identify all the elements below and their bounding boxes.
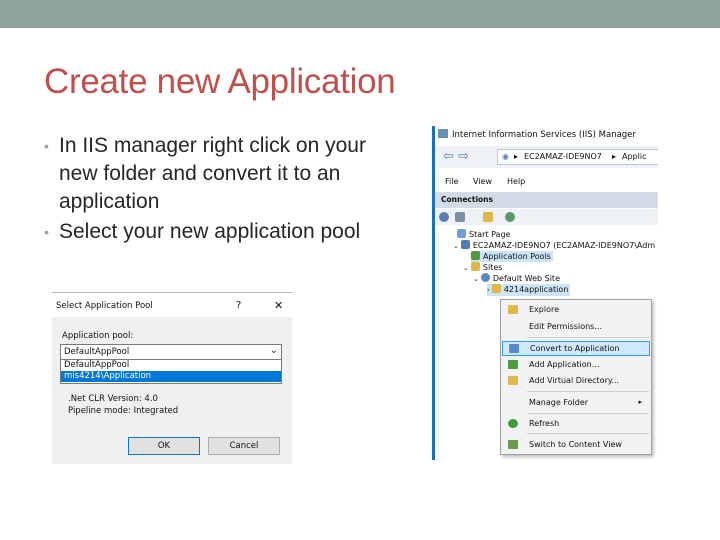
menu-bar: File View Help [435, 176, 658, 190]
dialog-title-bar: Select Application Pool ? ✕ [52, 293, 292, 317]
collapse-icon[interactable]: ⌄ [463, 264, 469, 272]
pool-option-selected[interactable]: mis4214\Application [61, 371, 281, 382]
application-pool-select[interactable]: DefaultAppPool ⌄ [60, 344, 282, 360]
help-button[interactable]: ? [236, 300, 241, 311]
connections-header: Connections [435, 192, 658, 208]
menu-item-label: Convert to Application [530, 344, 620, 353]
site-icon: ◉ [502, 152, 509, 161]
tree-label: Default Web Site [492, 274, 560, 283]
tree-item-folder[interactable]: › 4214application [487, 284, 571, 296]
connections-tree: Start Page ⌄ EC2AMAZ-IDE9NO7 (EC2AMAZ-IDE… [435, 226, 658, 306]
add-application-icon [508, 360, 518, 369]
menu-item-add-application[interactable]: Add Application... [502, 357, 650, 372]
menu-file[interactable]: File [445, 177, 458, 186]
bullet-text: Select your new application pool [59, 220, 361, 243]
address-sep-icon: ▸ [612, 152, 617, 161]
menu-separator [527, 433, 649, 434]
select-application-pool-dialog: Select Application Pool ? ✕ Application … [52, 292, 292, 464]
refresh-icon [508, 419, 518, 428]
save-icon[interactable] [455, 212, 465, 222]
folder-context-menu: Explore Edit Permissions... Convert to A… [500, 299, 652, 455]
convert-icon [509, 344, 519, 353]
folder-icon [491, 284, 501, 293]
menu-item-label: Manage Folder [529, 398, 589, 407]
menu-item-refresh[interactable]: Refresh [502, 416, 650, 431]
collapse-icon[interactable]: ⌄ [473, 275, 479, 283]
close-icon[interactable]: ✕ [274, 299, 283, 312]
menu-item-label: Explore [529, 305, 560, 314]
menu-item-label: Edit Permissions... [529, 322, 602, 331]
clr-version-text: .Net CLR Version: 4.0 [68, 394, 158, 404]
menu-item-edit-permissions[interactable]: Edit Permissions... [502, 319, 650, 334]
application-pools-icon [471, 251, 480, 260]
menu-separator [527, 391, 649, 392]
menu-item-label: Switch to Content View [529, 440, 622, 449]
tree-item-application-pools[interactable]: Application Pools [471, 251, 553, 262]
tree-label: 4214application [503, 285, 569, 294]
menu-item-label: Refresh [529, 419, 560, 428]
up-folder-icon[interactable] [483, 212, 493, 222]
application-pool-options: DefaultAppPool mis4214\Application [60, 360, 282, 384]
bullet-item: • Select your new application pool [44, 218, 404, 246]
slide-title: Create new Application [44, 62, 396, 101]
bullet-item: • In IIS manager right click on your new… [44, 132, 404, 216]
content-view-icon [508, 440, 518, 449]
menu-item-label: Add Application... [529, 360, 600, 369]
server-connect-icon[interactable] [505, 212, 515, 222]
address-sep-icon: ▸ [514, 152, 519, 161]
application-pool-label: Application pool: [62, 331, 134, 341]
chevron-down-icon[interactable]: ⌄ [270, 345, 278, 356]
menu-item-switch-to-content-view[interactable]: Switch to Content View [502, 437, 650, 452]
pipeline-mode-text: Pipeline mode: Integrated [68, 406, 179, 416]
tree-label: Start Page [469, 230, 511, 239]
address-path[interactable]: ◉ ▸ EC2AMAZ-IDE9NO7 ▸ Applic [497, 149, 658, 165]
back-forward-icon[interactable]: ⇦ ⇨ [443, 149, 469, 164]
add-virtual-directory-icon [508, 376, 518, 385]
tree-label: EC2AMAZ-IDE9NO7 (EC2AMAZ-IDE9NO7\Adm [472, 241, 656, 250]
bullet-glyph: • [44, 138, 49, 154]
expand-icon[interactable]: › [487, 286, 490, 294]
bullet-text: In IIS manager right click on your new f… [59, 134, 366, 213]
tree-label: Application Pools [483, 252, 551, 261]
address-server[interactable]: EC2AMAZ-IDE9NO7 [524, 152, 602, 161]
menu-help[interactable]: Help [507, 177, 525, 186]
iis-app-icon [438, 129, 448, 138]
submenu-arrow-icon: ▸ [638, 398, 642, 406]
tree-label: Sites [482, 263, 503, 272]
menu-item-add-virtual-directory[interactable]: Add Virtual Directory... [502, 373, 650, 388]
menu-item-convert-to-application[interactable]: Convert to Application [502, 341, 650, 356]
selected-pool-value: DefaultAppPool [64, 347, 130, 357]
menu-view[interactable]: View [473, 177, 492, 186]
globe-icon [480, 273, 490, 282]
connections-toolbar [435, 209, 658, 225]
connect-icon[interactable] [439, 212, 449, 222]
iis-title-bar: Internet Information Services (IIS) Mana… [438, 129, 636, 140]
cancel-button[interactable]: Cancel [208, 437, 280, 455]
top-accent-band [0, 0, 720, 28]
menu-separator [527, 337, 649, 338]
tree-item-start-page[interactable]: Start Page [457, 229, 510, 240]
menu-item-label: Add Virtual Directory... [529, 376, 620, 385]
bullet-list: • In IIS manager right click on your new… [44, 132, 404, 248]
menu-item-manage-folder[interactable]: Manage Folder ▸ [502, 395, 650, 410]
sites-folder-icon [470, 262, 480, 271]
iis-window-title: Internet Information Services (IIS) Mana… [452, 130, 636, 140]
ok-button[interactable]: OK [128, 437, 200, 455]
start-page-icon [457, 229, 466, 238]
collapse-icon[interactable]: ⌄ [453, 242, 459, 250]
pool-option[interactable]: DefaultAppPool [61, 360, 281, 371]
explore-icon [508, 305, 518, 314]
bullet-glyph: • [44, 224, 49, 240]
dialog-title: Select Application Pool [56, 301, 153, 311]
menu-item-explore[interactable]: Explore [502, 302, 650, 317]
address-bar: ⇦ ⇨ ◉ ▸ EC2AMAZ-IDE9NO7 ▸ Applic [435, 146, 658, 168]
server-icon [460, 240, 470, 249]
menu-separator [527, 413, 649, 414]
address-next[interactable]: Applic [622, 152, 646, 161]
connections-title: Connections [441, 195, 493, 204]
